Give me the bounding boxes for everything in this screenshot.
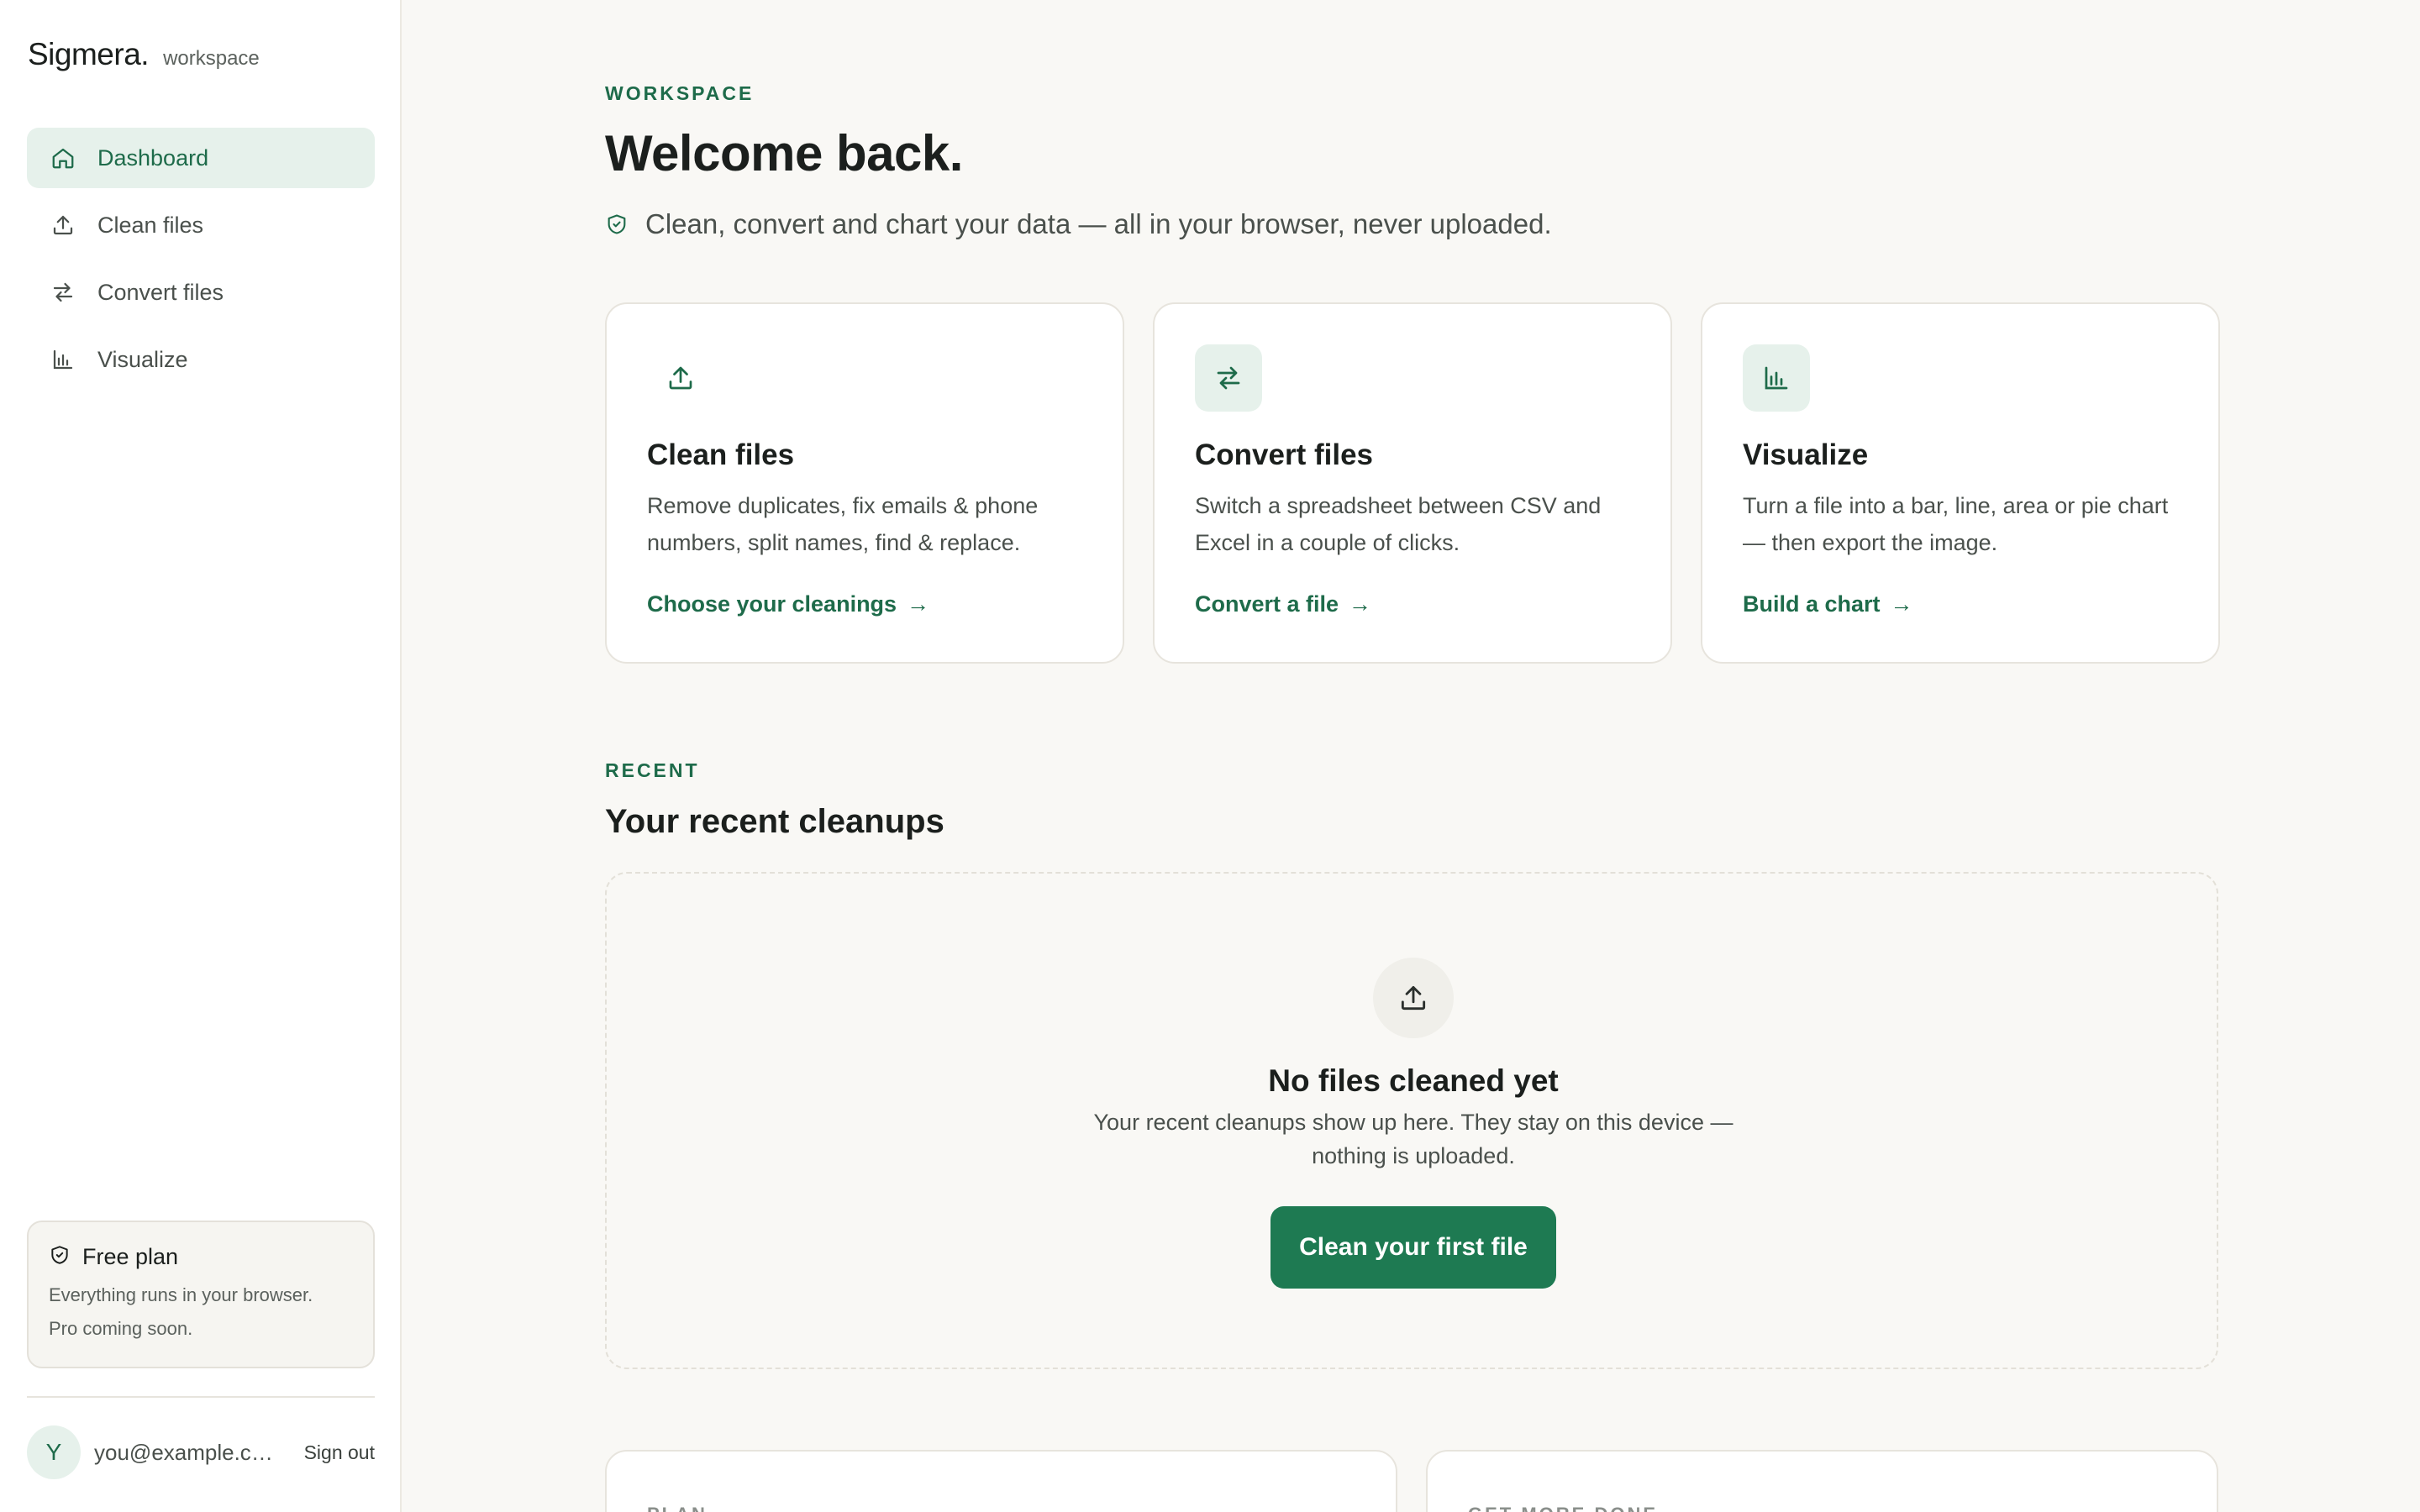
page-subtitle-text: Clean, convert and chart your data — all… xyxy=(645,208,1552,239)
page-title: Welcome back. xyxy=(605,125,963,181)
card-title: Visualize xyxy=(1743,438,1869,471)
action-cards: Clean files Remove duplicates, fix email… xyxy=(605,302,2220,664)
sidebar: Sigmera. workspace Dashboard Clean files… xyxy=(0,0,402,1512)
bar-chart-icon xyxy=(49,345,77,374)
sidebar-divider xyxy=(27,1396,375,1398)
brand-subtitle: workspace xyxy=(163,47,260,70)
arrow-right-icon: → xyxy=(1890,591,1913,617)
card-description: Turn a file into a bar, line, area or pi… xyxy=(1743,493,2169,555)
sidebar-item-convert-files[interactable]: Convert files xyxy=(27,262,375,323)
card-description: Switch a spreadsheet between CSV and Exc… xyxy=(1195,493,1602,555)
card-link-label: Build a chart xyxy=(1743,591,1881,617)
recent-eyebrow: RECENT xyxy=(605,759,700,781)
page-subtitle: Clean, convert and chart your data — all… xyxy=(605,208,1552,240)
card-title: Clean files xyxy=(647,438,795,471)
swap-icon xyxy=(1195,344,1262,412)
shield-check-icon xyxy=(608,214,626,234)
user-row: Y you@example.com Sign out xyxy=(27,1425,375,1479)
bottom-cards: PLAN GET MORE DONE xyxy=(605,1450,2218,1512)
convert-file-link[interactable]: Convert a file → xyxy=(1195,591,1371,617)
card-link-label: Choose your cleanings xyxy=(647,591,897,617)
brand-logo: Sigmera. xyxy=(28,37,150,71)
card-clean-files[interactable]: Clean files Remove duplicates, fix email… xyxy=(605,302,1124,664)
sidebar-item-label: Visualize xyxy=(97,346,188,372)
sidebar-item-label: Convert files xyxy=(97,279,224,305)
upload-icon xyxy=(49,211,77,239)
plan-description: Everything runs in your browser. Pro com… xyxy=(49,1278,353,1346)
bar-chart-icon xyxy=(1743,344,1810,412)
empty-state-title: No files cleaned yet xyxy=(1268,1063,1559,1098)
card-convert-files[interactable]: Convert files Switch a spreadsheet betwe… xyxy=(1153,302,1672,664)
plan-text-line: Everything runs in your browser. xyxy=(49,1284,313,1305)
sidebar-item-visualize[interactable]: Visualize xyxy=(27,329,375,390)
clean-first-file-button[interactable]: Clean your first file xyxy=(1270,1206,1556,1289)
user-email: you@example.com xyxy=(94,1439,279,1465)
upload-icon xyxy=(1373,958,1454,1038)
plan-card: Free plan Everything runs in your browse… xyxy=(27,1221,375,1368)
sidebar-nav: Dashboard Clean files Convert files Visu… xyxy=(27,128,375,396)
card-visualize[interactable]: Visualize Turn a file into a bar, line, … xyxy=(1701,302,2220,664)
arrow-right-icon: → xyxy=(907,591,930,617)
empty-state: No files cleaned yet Your recent cleanup… xyxy=(605,872,2218,1369)
plan-summary-card: PLAN xyxy=(605,1450,1397,1512)
plan-header: Free plan xyxy=(49,1244,353,1270)
card-label: GET MORE DONE xyxy=(1468,1504,1658,1512)
card-link-label: Convert a file xyxy=(1195,591,1339,617)
get-more-done-card: GET MORE DONE xyxy=(1426,1450,2218,1512)
sidebar-item-dashboard[interactable]: Dashboard xyxy=(27,128,375,188)
arrow-right-icon: → xyxy=(1349,591,1372,617)
page-eyebrow: WORKSPACE xyxy=(605,82,755,104)
swap-icon xyxy=(49,278,77,307)
upload-icon xyxy=(647,344,714,412)
sidebar-item-clean-files[interactable]: Clean files xyxy=(27,195,375,255)
recent-title: Your recent cleanups xyxy=(605,803,944,840)
brand[interactable]: Sigmera. workspace xyxy=(28,37,260,72)
sidebar-item-label: Dashboard xyxy=(97,144,209,171)
avatar[interactable]: Y xyxy=(27,1425,81,1479)
choose-cleanings-link[interactable]: Choose your cleanings → xyxy=(647,591,929,617)
plan-text-line: Pro coming soon. xyxy=(49,1318,193,1339)
plan-title: Free plan xyxy=(82,1244,179,1269)
home-icon xyxy=(49,144,77,172)
card-label: PLAN xyxy=(647,1504,708,1512)
empty-state-text: Your recent cleanups show up here. They … xyxy=(1093,1110,1733,1168)
card-description: Remove duplicates, fix emails & phone nu… xyxy=(647,493,1039,555)
sidebar-item-label: Clean files xyxy=(97,212,204,238)
card-title: Convert files xyxy=(1195,438,1373,471)
shield-icon xyxy=(49,1244,71,1270)
build-chart-link[interactable]: Build a chart → xyxy=(1743,591,1913,617)
sign-out-button[interactable]: Sign out xyxy=(304,1441,375,1464)
